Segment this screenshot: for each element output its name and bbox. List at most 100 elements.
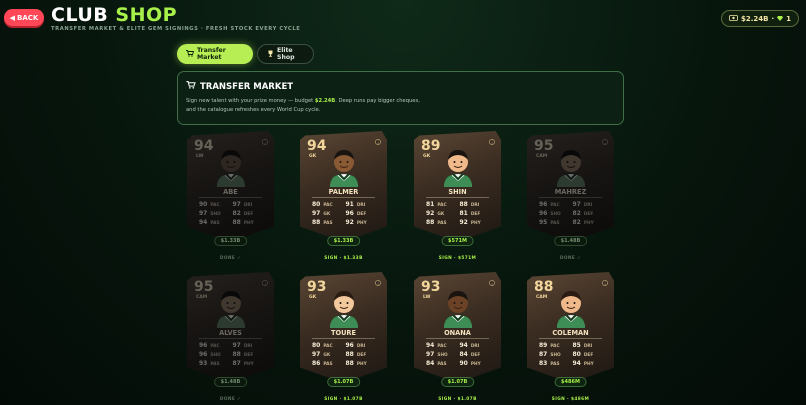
stat-value: 96 — [345, 342, 354, 349]
stat-value: 82 — [572, 219, 581, 226]
stat-pas: 93 PAS — [199, 360, 229, 367]
signed-status: DONE ✓ — [559, 256, 582, 261]
player-name: TOURE — [330, 329, 357, 337]
stat-dri: 97 DRI — [573, 201, 603, 208]
player-card-coleman[interactable]: 88 CAM i COLEMAN 89 PAC 85 DRI 87 SHO 80 DEF 83 PAS 94… — [527, 272, 614, 402]
card-divider — [199, 338, 262, 339]
info-icon[interactable]: i — [262, 139, 268, 145]
card-divider — [199, 197, 262, 198]
sign-button[interactable]: SIGN · $1.33B — [300, 256, 387, 261]
info-icon[interactable]: i — [489, 139, 495, 145]
page-title-green: SHOP — [115, 4, 178, 26]
stat-value: 97 — [232, 201, 241, 208]
player-avatar — [443, 150, 472, 187]
player-stats: 90 PAC 97 DRI 97 SHO 82 DEF 94 PAS 88 PHY — [199, 201, 262, 226]
stat-value: 88 — [232, 219, 241, 226]
stat-key: GK — [437, 212, 445, 217]
stat-value: 80 — [312, 342, 321, 349]
info-icon[interactable]: i — [489, 280, 495, 286]
stat-value: 81 — [426, 201, 435, 208]
sign-button[interactable]: SIGN · $1.07B — [414, 397, 501, 402]
stat-pas: 84 PAS — [426, 360, 456, 367]
stat-value: 92 — [459, 219, 468, 226]
info-icon[interactable]: i — [262, 280, 268, 286]
stat-key: SHO — [550, 212, 561, 217]
stat-def: 88 DEF — [233, 351, 263, 358]
stat-phy: 92 PHY — [346, 219, 376, 226]
stat-value: 97 — [426, 351, 435, 358]
player-position: GK — [309, 154, 317, 159]
info-icon[interactable]: i — [375, 280, 381, 286]
info-text-1: Sign new talent with your prize money — … — [186, 98, 315, 104]
player-position: CAM — [536, 154, 548, 159]
stat-key: PAS — [323, 221, 333, 226]
page-title-white: CLUB — [51, 4, 109, 26]
stat-key: SHO — [210, 212, 221, 217]
stat-phy: 88 PHY — [233, 219, 263, 226]
tab-elite-shop[interactable]: Elite Shop — [257, 44, 314, 64]
sign-button[interactable]: SIGN · $486M — [527, 397, 614, 402]
stat-key: SHO — [437, 353, 448, 358]
stat-value: 80 — [312, 201, 321, 208]
stat-value: 97 — [312, 351, 321, 358]
stat-key: PHY — [243, 221, 254, 226]
sign-button[interactable]: SIGN · $571M — [414, 256, 501, 261]
info-description: Sign new talent with your prize money — … — [186, 97, 615, 115]
tab-elite-shop-label: Elite Shop — [277, 47, 295, 61]
player-card-face: 95 CAM i ALVES 96 PAC 97 DRI 96 SHO 88 DEF 93 PAS 87 PH… — [187, 272, 274, 383]
signed-status: DONE ✓ — [219, 397, 242, 402]
back-label: BACK — [17, 13, 39, 22]
stat-key: PHY — [470, 362, 481, 367]
stat-key: DEF — [356, 212, 367, 217]
info-budget: $2.24B — [314, 98, 336, 104]
player-card-shin[interactable]: 89 GK i SHIN 81 PAC 88 DRI 92 GK 81 DEF 88 PAS 92 PHY $5… — [414, 131, 501, 261]
stat-key: PAS — [550, 362, 560, 367]
stat-dri: 94 DRI — [460, 342, 490, 349]
stat-key: PHY — [356, 362, 367, 367]
info-icon[interactable]: i — [602, 280, 608, 286]
page-subtitle: TRANSFER MARKET & ELITE GEM SIGNINGS · F… — [51, 26, 301, 32]
stat-key: DEF — [583, 212, 594, 217]
card-divider — [312, 338, 375, 339]
info-icon[interactable]: i — [602, 139, 608, 145]
stat-value: 97 — [232, 342, 241, 349]
stat-value: 90 — [199, 201, 208, 208]
player-name: SHIN — [448, 188, 467, 196]
stat-phy: 92 PHY — [460, 219, 490, 226]
info-icon[interactable]: i — [375, 139, 381, 145]
stat-value: 94 — [199, 219, 208, 226]
sign-button[interactable]: SIGN · $1.07B — [300, 397, 387, 402]
player-card-face: 88 CAM i COLEMAN 89 PAC 85 DRI 87 SHO 80 DEF 83 PAS 94… — [527, 272, 614, 383]
back-button[interactable]: ◀ BACK — [4, 9, 44, 26]
stat-key: PAS — [210, 362, 220, 367]
stat-sho: 96 SHO — [199, 351, 229, 358]
player-card-toure[interactable]: 93 GK i TOURE 80 PAC 96 DRI 97 GK 88 DEF 86 PAS 88 PHY $… — [300, 272, 387, 402]
stat-dri: 88 DRI — [460, 201, 490, 208]
stat-value: 94 — [459, 342, 468, 349]
stat-key: PHY — [243, 362, 254, 367]
stat-def: 84 DEF — [460, 351, 490, 358]
card-divider — [312, 197, 375, 198]
stat-value: 82 — [232, 210, 241, 217]
stat-value: 91 — [345, 201, 354, 208]
player-card-onana[interactable]: 93 LW i ONANA 94 PAC 94 DRI 97 SHO 84 DEF 84 PAS 90 PHY… — [414, 272, 501, 402]
player-position: GK — [423, 154, 431, 159]
card-divider — [426, 197, 489, 198]
stat-value: 81 — [459, 210, 468, 217]
stat-pac: 94 PAC — [426, 342, 456, 349]
stat-value: 87 — [539, 351, 548, 358]
stat-pac: 89 PAC — [539, 342, 569, 349]
player-card-palmer[interactable]: 94 GK i PALMER 80 PAC 91 DRI 97 GK 96 DEF 88 PAS 92 PHY… — [300, 131, 387, 261]
player-avatar — [556, 150, 585, 187]
stat-key: DRI — [356, 203, 366, 208]
player-name: ONANA — [444, 329, 471, 337]
gem-icon — [777, 15, 784, 23]
tab-transfer-market[interactable]: Transfer Market — [177, 44, 253, 64]
price-tag: $486M — [554, 377, 587, 387]
balance-badge: $2.24B · 1 — [720, 10, 799, 27]
player-stats: 94 PAC 94 DRI 97 SHO 84 DEF 84 PAS 90 PHY — [426, 342, 489, 367]
player-card-face: 94 GK i PALMER 80 PAC 91 DRI 97 GK 96 DEF 88 PAS 92 PHY — [300, 131, 387, 242]
stat-value: 96 — [199, 351, 208, 358]
stat-value: 83 — [539, 360, 548, 367]
player-avatar — [329, 291, 358, 328]
